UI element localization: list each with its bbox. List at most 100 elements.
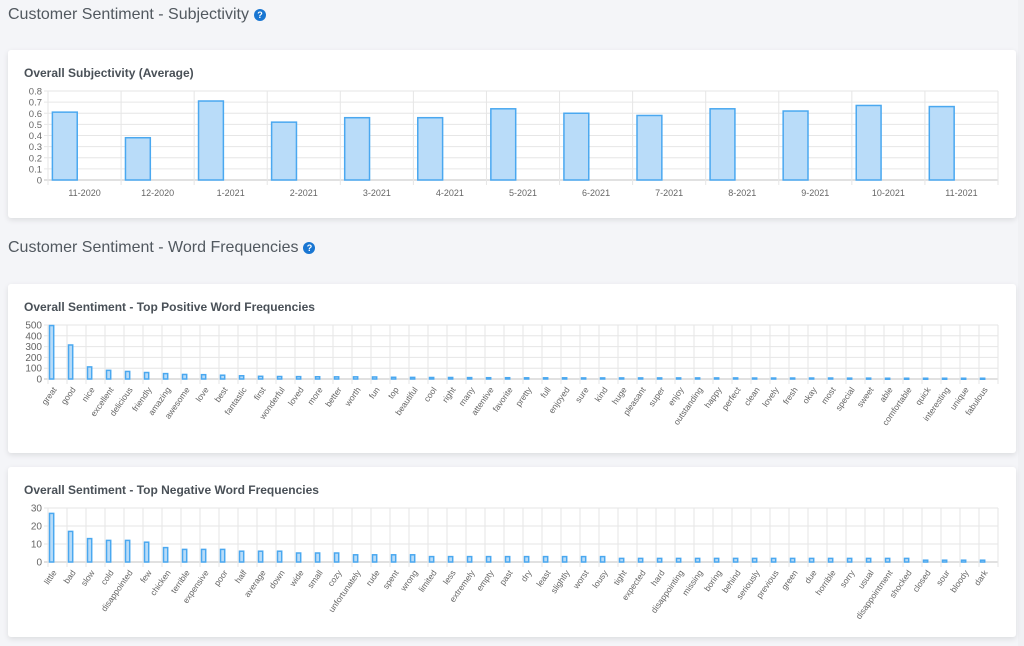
x-tick-label: hard xyxy=(649,568,667,588)
bar xyxy=(314,375,321,380)
bar xyxy=(86,537,93,563)
bar xyxy=(542,377,549,380)
bar xyxy=(390,554,397,563)
bar xyxy=(504,376,511,380)
bar xyxy=(732,557,739,563)
bar xyxy=(447,555,454,563)
x-tick-label: wrong xyxy=(398,568,420,594)
bar xyxy=(675,557,682,563)
help-icon[interactable]: ? xyxy=(253,9,266,21)
x-tick-label: 11-2020 xyxy=(68,188,100,198)
bar xyxy=(219,548,226,563)
bar xyxy=(563,112,590,181)
bar xyxy=(523,555,530,563)
bar xyxy=(846,557,853,563)
bar xyxy=(580,377,587,380)
bar xyxy=(124,370,131,380)
bar xyxy=(789,377,796,380)
y-tick-label: 0.7 xyxy=(29,98,42,109)
x-tick-label: fresh xyxy=(781,385,800,406)
section-title-subjectivity-text: Customer Sentiment - Subjectivity xyxy=(8,6,249,23)
x-tick-label: cool xyxy=(422,385,439,404)
y-tick-label: 20 xyxy=(31,522,43,533)
bar xyxy=(884,557,891,563)
x-tick-label: great xyxy=(39,385,59,407)
bar xyxy=(846,377,853,380)
bar xyxy=(770,377,777,380)
x-tick-label: favorite xyxy=(491,385,515,414)
bar xyxy=(808,557,815,563)
x-tick-label: chicken xyxy=(148,568,173,598)
help-icon[interactable]: ? xyxy=(303,242,316,254)
bar xyxy=(409,554,416,563)
x-tick-label: past xyxy=(497,568,515,587)
x-tick-label: better xyxy=(323,385,344,409)
x-tick-label: tight xyxy=(611,568,629,587)
x-tick-label: fun xyxy=(367,385,382,401)
bar xyxy=(618,377,625,380)
x-tick-label: able xyxy=(877,385,895,404)
bar xyxy=(466,376,473,380)
section-title-word-frequencies: Customer Sentiment - Word Frequencies ? xyxy=(8,239,316,257)
x-tick-label: worth xyxy=(342,385,363,409)
x-tick-label: horrible xyxy=(813,568,838,597)
negative-words-card: Overall Sentiment - Top Negative Word Fr… xyxy=(8,467,1016,637)
bar xyxy=(960,559,967,563)
x-tick-label: 6-2021 xyxy=(582,188,610,198)
bar xyxy=(314,552,321,563)
bar xyxy=(770,557,777,563)
x-tick-label: full xyxy=(538,385,552,400)
bar xyxy=(343,116,371,181)
bar xyxy=(197,100,225,181)
x-tick-label: 2-2021 xyxy=(290,188,318,198)
x-tick-label: lousy xyxy=(590,567,610,590)
section-title-word-frequencies-text: Customer Sentiment - Word Frequencies xyxy=(8,239,299,256)
x-tick-label: rude xyxy=(364,568,382,588)
x-tick-label: love xyxy=(194,385,211,404)
y-tick-label: 500 xyxy=(25,321,42,332)
y-tick-label: 0.3 xyxy=(29,142,42,153)
x-tick-label: bad xyxy=(61,568,77,586)
bar xyxy=(694,377,701,380)
bar xyxy=(979,559,986,563)
bar xyxy=(637,377,644,380)
bar xyxy=(352,554,359,563)
x-tick-label: perfect xyxy=(720,385,743,413)
bar xyxy=(636,114,663,181)
bar xyxy=(960,377,967,380)
x-tick-label: pretty xyxy=(513,384,534,408)
bar xyxy=(709,108,736,181)
bar xyxy=(903,377,910,380)
x-tick-label: 10-2021 xyxy=(872,188,905,198)
x-tick-label: dry xyxy=(519,567,534,583)
x-tick-label: less xyxy=(441,568,458,586)
y-tick-label: 0.2 xyxy=(29,153,42,164)
x-tick-label: green xyxy=(779,568,800,592)
bar xyxy=(922,559,929,563)
x-tick-label: 3-2021 xyxy=(363,188,391,198)
bar xyxy=(352,376,359,380)
y-tick-label: 0.6 xyxy=(29,109,42,120)
x-tick-label: 11-2021 xyxy=(945,188,977,198)
x-tick-label: 8-2021 xyxy=(728,188,756,198)
bar xyxy=(124,539,131,563)
x-tick-label: poor xyxy=(212,568,230,588)
x-tick-label: more xyxy=(305,385,324,407)
bar xyxy=(928,105,955,181)
x-tick-label: 12-2020 xyxy=(141,188,174,198)
x-tick-label: half xyxy=(233,568,249,585)
x-tick-label: worst xyxy=(570,568,591,592)
subjectivity-card: Overall Subjectivity (Average) 0 0.1 0.2 0.… xyxy=(8,50,1016,218)
bar xyxy=(447,376,454,380)
y-tick-label: 0 xyxy=(36,558,42,569)
y-tick-label: 400 xyxy=(25,331,42,342)
bar xyxy=(124,136,152,181)
x-tick-label: sour xyxy=(934,568,952,587)
page-scrollbar[interactable] xyxy=(1018,0,1024,646)
y-tick-label: 0 xyxy=(37,176,42,187)
x-tick-label: 4-2021 xyxy=(436,188,464,198)
x-tick-label: kind xyxy=(593,385,610,404)
bar xyxy=(979,377,986,380)
bar xyxy=(181,548,188,563)
bar xyxy=(333,376,340,380)
